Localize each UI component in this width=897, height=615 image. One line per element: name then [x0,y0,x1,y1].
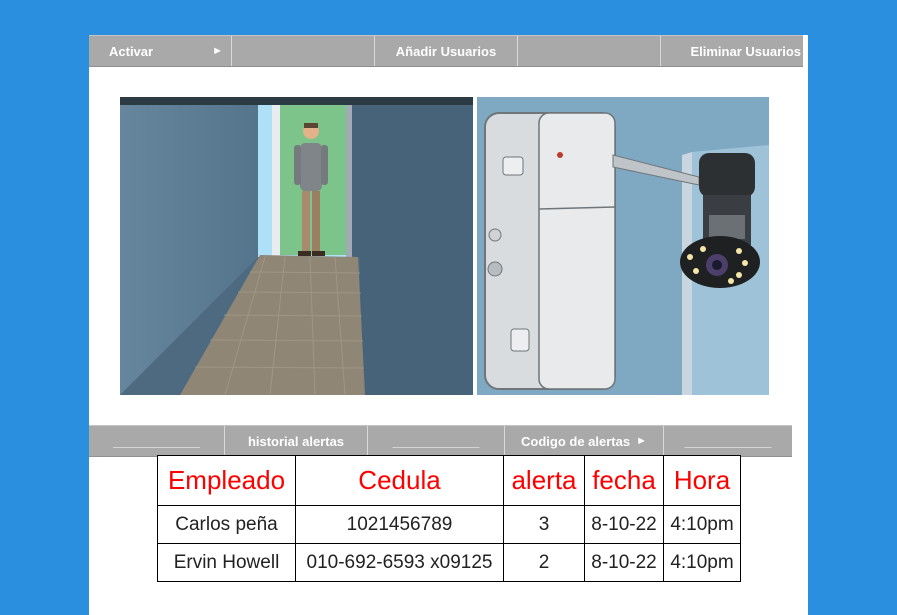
nav-anadir-usuarios[interactable]: Añadir Usuarios [375,36,518,66]
table-row: Carlos peña 1021456789 3 8-10-22 4:10pm [157,505,741,544]
cell-alerta: 3 [503,505,585,544]
column-header-fecha: fecha [584,455,664,506]
table-header-row: Empleado Cedula alerta fecha Hora [157,455,741,506]
alerts-table: Empleado Cedula alerta fecha Hora Carlos… [157,455,741,582]
cell-cedula: 1021456789 [295,505,504,544]
nav-eliminar-usuarios-label: Eliminar Usuarios [690,43,801,59]
nav-blank-3[interactable]: ____________ [664,426,792,456]
nav-historial-alertas[interactable]: historial alertas [225,426,368,456]
nav-historial-alertas-label: historial alertas [247,433,345,449]
security-camera-illustration [477,97,769,395]
column-header-hora: Hora [663,455,741,506]
nav-codigo-alertas[interactable]: Codigo de alertas ► [505,426,664,456]
cell-hora: 4:10pm [663,505,741,544]
cell-empleado: Carlos peña [157,505,296,544]
cell-cedula: 010-692-6593 x09125 [295,543,504,582]
nav-eliminar-usuarios[interactable]: Eliminar Usuarios [661,36,803,66]
play-arrow-icon: ► [636,435,647,447]
nav-activar-label: Activar [109,43,154,59]
column-header-alerta: alerta [503,455,585,506]
alerts-nav: ____________ historial alertas _________… [89,425,792,457]
nav-blank-2[interactable]: ____________ [368,426,505,456]
column-header-empleado: Empleado [157,455,296,506]
cell-alerta: 2 [503,543,585,582]
top-nav: Activar ► Añadir Usuarios Eliminar Usuar… [89,35,803,67]
cell-fecha: 8-10-22 [584,505,664,544]
play-arrow-icon: ► [212,45,223,57]
nav-codigo-alertas-label: Codigo de alertas [521,433,631,449]
nav-empty-2[interactable] [518,36,661,66]
column-header-cedula: Cedula [295,455,504,506]
nav-activar[interactable]: Activar ► [89,36,232,66]
nav-empty-1[interactable] [232,36,375,66]
table-row: Ervin Howell 010-692-6593 x09125 2 8-10-… [157,543,741,582]
cell-hora: 4:10pm [663,543,741,582]
nav-anadir-usuarios-label: Añadir Usuarios [395,43,497,59]
hallway-illustration [120,97,473,395]
cell-fecha: 8-10-22 [584,543,664,582]
cell-empleado: Ervin Howell [157,543,296,582]
nav-blank-1[interactable]: ____________ [89,426,225,456]
